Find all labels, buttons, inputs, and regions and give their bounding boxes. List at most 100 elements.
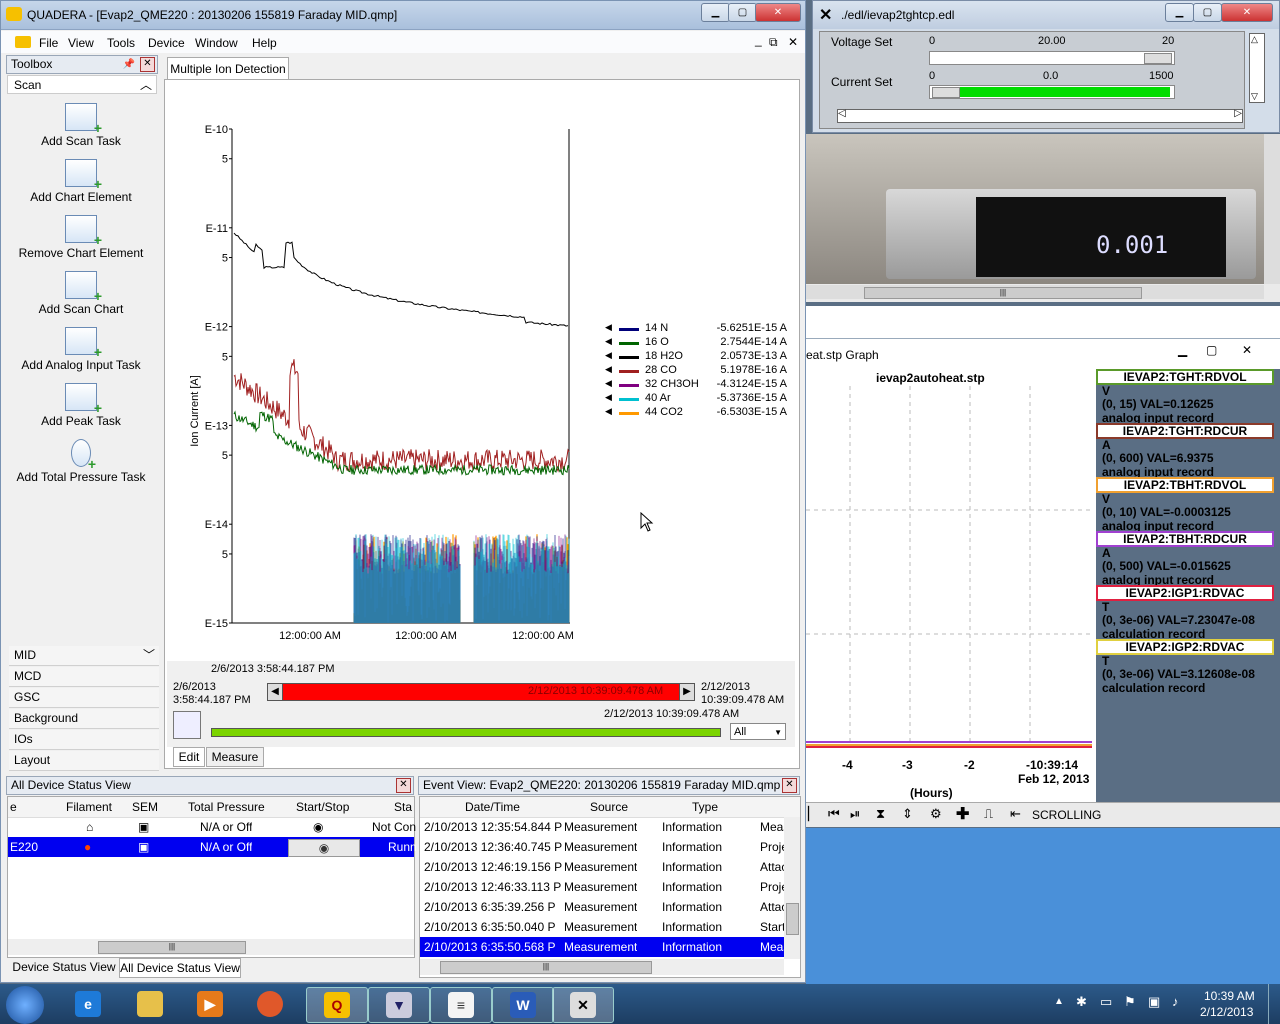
status-horizontal-scrollbar[interactable]: ||| (8, 939, 414, 955)
edl-vertical-scrollbar[interactable]: △ ▽ (1249, 33, 1265, 103)
zoom-x-icon[interactable]: ⧗ (876, 806, 885, 822)
current-slider-thumb[interactable] (932, 87, 960, 98)
col-header-sem[interactable]: SEM (132, 797, 158, 817)
taskbar-firefox[interactable] (240, 987, 300, 1021)
edl-minimize-button[interactable]: ▁ (1165, 3, 1194, 22)
graph-titlebar[interactable]: eat.stp Graph ▁ ▢ ✕ (806, 338, 1280, 369)
slider-right-arrow[interactable]: ▶ (679, 684, 694, 700)
category-mid[interactable]: MID ﹀ (9, 646, 159, 666)
table-row[interactable]: 2/10/2013 12:46:19.156 P Measurement Infor… (420, 857, 784, 877)
status-view-close-icon[interactable]: ✕ (396, 778, 411, 793)
table-row[interactable]: 2/10/2013 12:46:33.113 P Measurement Infor… (420, 877, 784, 897)
chevron-down-icon[interactable]: ﹀ (143, 646, 155, 665)
tab-measure[interactable]: Measure (206, 747, 264, 767)
category-ios[interactable]: IOs (9, 730, 159, 750)
exit-icon[interactable]: ⇤ (1010, 806, 1021, 822)
menu-help[interactable]: Help (252, 36, 277, 50)
quadera-titlebar[interactable]: QUADERA - [Evap2_QME220 : 20130206 15581… (1, 1, 805, 30)
export-icon[interactable] (173, 711, 201, 739)
taskbar-word[interactable]: W (492, 987, 554, 1023)
zoom-y-icon[interactable]: ⇕ (902, 806, 913, 822)
graph-record[interactable]: IEVAP2:TBHT:RDCUR A (0, 500) VAL=-0.015625… (1096, 531, 1274, 587)
tray-flag-icon[interactable]: ⚑ (1124, 994, 1136, 1010)
edl-close-button[interactable]: ✕ (1221, 3, 1273, 22)
camera-horizontal-scrollbar[interactable]: ||| (806, 285, 1264, 299)
tab-device-status-view[interactable]: Device Status View (11, 958, 117, 976)
scroll-left-icon[interactable]: ◁ (838, 108, 846, 119)
chevron-up-icon[interactable]: ︿ (140, 76, 152, 95)
menu-view[interactable]: View (68, 36, 94, 50)
edl-horizontal-scrollbar[interactable]: ◁ ▷ (837, 108, 1243, 123)
event-horizontal-scrollbar[interactable]: ||| (420, 959, 784, 975)
graph-record[interactable]: IEVAP2:IGP2:RDVAC T (0, 3e-06) VAL=3.12608… (1096, 639, 1274, 695)
filter-select[interactable]: All ▼ (730, 723, 786, 740)
tray-date[interactable]: 2/12/2013 (1200, 1005, 1253, 1019)
add-icon[interactable]: ✚ (956, 804, 969, 824)
mdi-minimize-button[interactable]: _ (755, 33, 762, 47)
autoscale-icon[interactable]: ⎍ (984, 806, 993, 822)
start-stop-button[interactable]: ◉ (288, 839, 360, 857)
tray-volume-icon[interactable]: ♪ (1172, 994, 1179, 1009)
add-peak-task-button[interactable]: Add Peak Task (1, 383, 161, 428)
tab-multiple-ion-detection[interactable]: Multiple Ion Detection (167, 57, 289, 80)
col-header-total-pressure[interactable]: Total Pressure (188, 797, 265, 817)
add-scan-task-button[interactable]: Add Scan Task (1, 103, 161, 148)
menu-window[interactable]: Window (195, 36, 238, 50)
col-header-state[interactable]: Sta (394, 797, 412, 817)
start-stop-icon[interactable]: ◉ (313, 817, 323, 837)
menu-file[interactable]: File (39, 36, 58, 50)
menu-tools[interactable]: Tools (107, 36, 135, 50)
scrollbar-thumb[interactable]: ||| (864, 287, 1142, 299)
edl-titlebar[interactable]: ✕ ./edl/ievap2tghtcp.edl ▁ ▢ ✕ (813, 1, 1279, 29)
maximize-button[interactable]: ▢ (728, 3, 757, 22)
category-gsc[interactable]: GSC (9, 688, 159, 708)
start-button[interactable] (6, 986, 44, 1024)
pin-icon[interactable]: 📌 (123, 56, 135, 73)
menu-app-icon[interactable] (15, 36, 31, 48)
tab-edit[interactable]: Edit (173, 747, 205, 767)
taskbar-explorer[interactable] (120, 987, 180, 1021)
taskbar-ie[interactable]: e (58, 987, 118, 1021)
slider-left-arrow[interactable]: ◀ (268, 684, 283, 700)
scrollbar-thumb[interactable]: ||| (440, 961, 652, 974)
tray-network-icon[interactable]: ✱ (1076, 994, 1087, 1010)
taskbar-x[interactable]: ✕ (552, 987, 614, 1023)
col-header-datetime[interactable]: Date/Time (465, 797, 520, 817)
tray-display-icon[interactable]: ▣ (1148, 994, 1160, 1010)
table-row[interactable]: E220 ● ▣ N/A or Off ◉ Runn (8, 837, 417, 857)
tray-arrow-icon[interactable]: ▲ (1054, 996, 1064, 1007)
event-view-close-icon[interactable]: ✕ (782, 778, 797, 793)
mdi-close-button[interactable]: ✕ (788, 35, 798, 49)
edl-maximize-button[interactable]: ▢ (1193, 3, 1222, 22)
minimize-button[interactable]: ▁ (701, 3, 730, 22)
tray-monitor-icon[interactable]: ▭ (1100, 994, 1112, 1010)
table-row[interactable]: 2/10/2013 6:35:50.568 P Measurement Inform… (420, 937, 784, 957)
mdi-restore-button[interactable]: ⧉ (769, 35, 778, 50)
col-header-source[interactable]: Source (590, 797, 628, 817)
play-icon[interactable]: ⏯ (850, 806, 860, 822)
scroll-right-icon[interactable]: ▷ (1234, 108, 1242, 119)
category-mcd[interactable]: MCD (9, 667, 159, 687)
scrollbar-thumb[interactable]: ||| (98, 941, 246, 954)
tray-time[interactable]: 10:39 AM (1204, 989, 1255, 1003)
table-row[interactable]: 2/10/2013 6:35:39.256 P Measurement Inform… (420, 897, 784, 917)
tab-all-device-status-view[interactable]: All Device Status View (119, 958, 241, 978)
voltage-slider-thumb[interactable] (1144, 53, 1172, 64)
close-button[interactable]: ✕ (755, 3, 801, 22)
toolbox-close-icon[interactable]: ✕ (140, 57, 155, 72)
table-row[interactable]: ⌂ ▣ N/A or Off ◉ Not Con (8, 817, 416, 837)
graph-record[interactable]: IEVAP2:IGP1:RDVAC T (0, 3e-06) VAL=7.23047… (1096, 585, 1274, 641)
camera-vertical-scrollbar[interactable] (1264, 134, 1280, 284)
graph-record[interactable]: IEVAP2:TGHT:RDCUR A (0, 600) VAL=6.9375 ana… (1096, 423, 1274, 479)
taskbar-notepad[interactable]: ≡ (430, 987, 492, 1023)
col-header-start-stop[interactable]: Start/Stop (296, 797, 349, 817)
menu-device[interactable]: Device (148, 36, 185, 50)
graph-record[interactable]: IEVAP2:TBHT:RDVOL V (0, 10) VAL=-0.0003125… (1096, 477, 1274, 533)
scan-header[interactable]: Scan ︿ (7, 75, 157, 94)
taskbar-quadera[interactable]: Q (306, 987, 368, 1023)
table-row[interactable]: 2/10/2013 12:36:40.745 P Measurement Infor… (420, 837, 784, 857)
scroll-down-icon[interactable]: ▽ (1251, 91, 1258, 102)
voltage-slider[interactable] (929, 51, 1175, 65)
settings-icon[interactable]: ⚙ (930, 806, 942, 822)
scroll-up-icon[interactable]: △ (1251, 34, 1258, 45)
